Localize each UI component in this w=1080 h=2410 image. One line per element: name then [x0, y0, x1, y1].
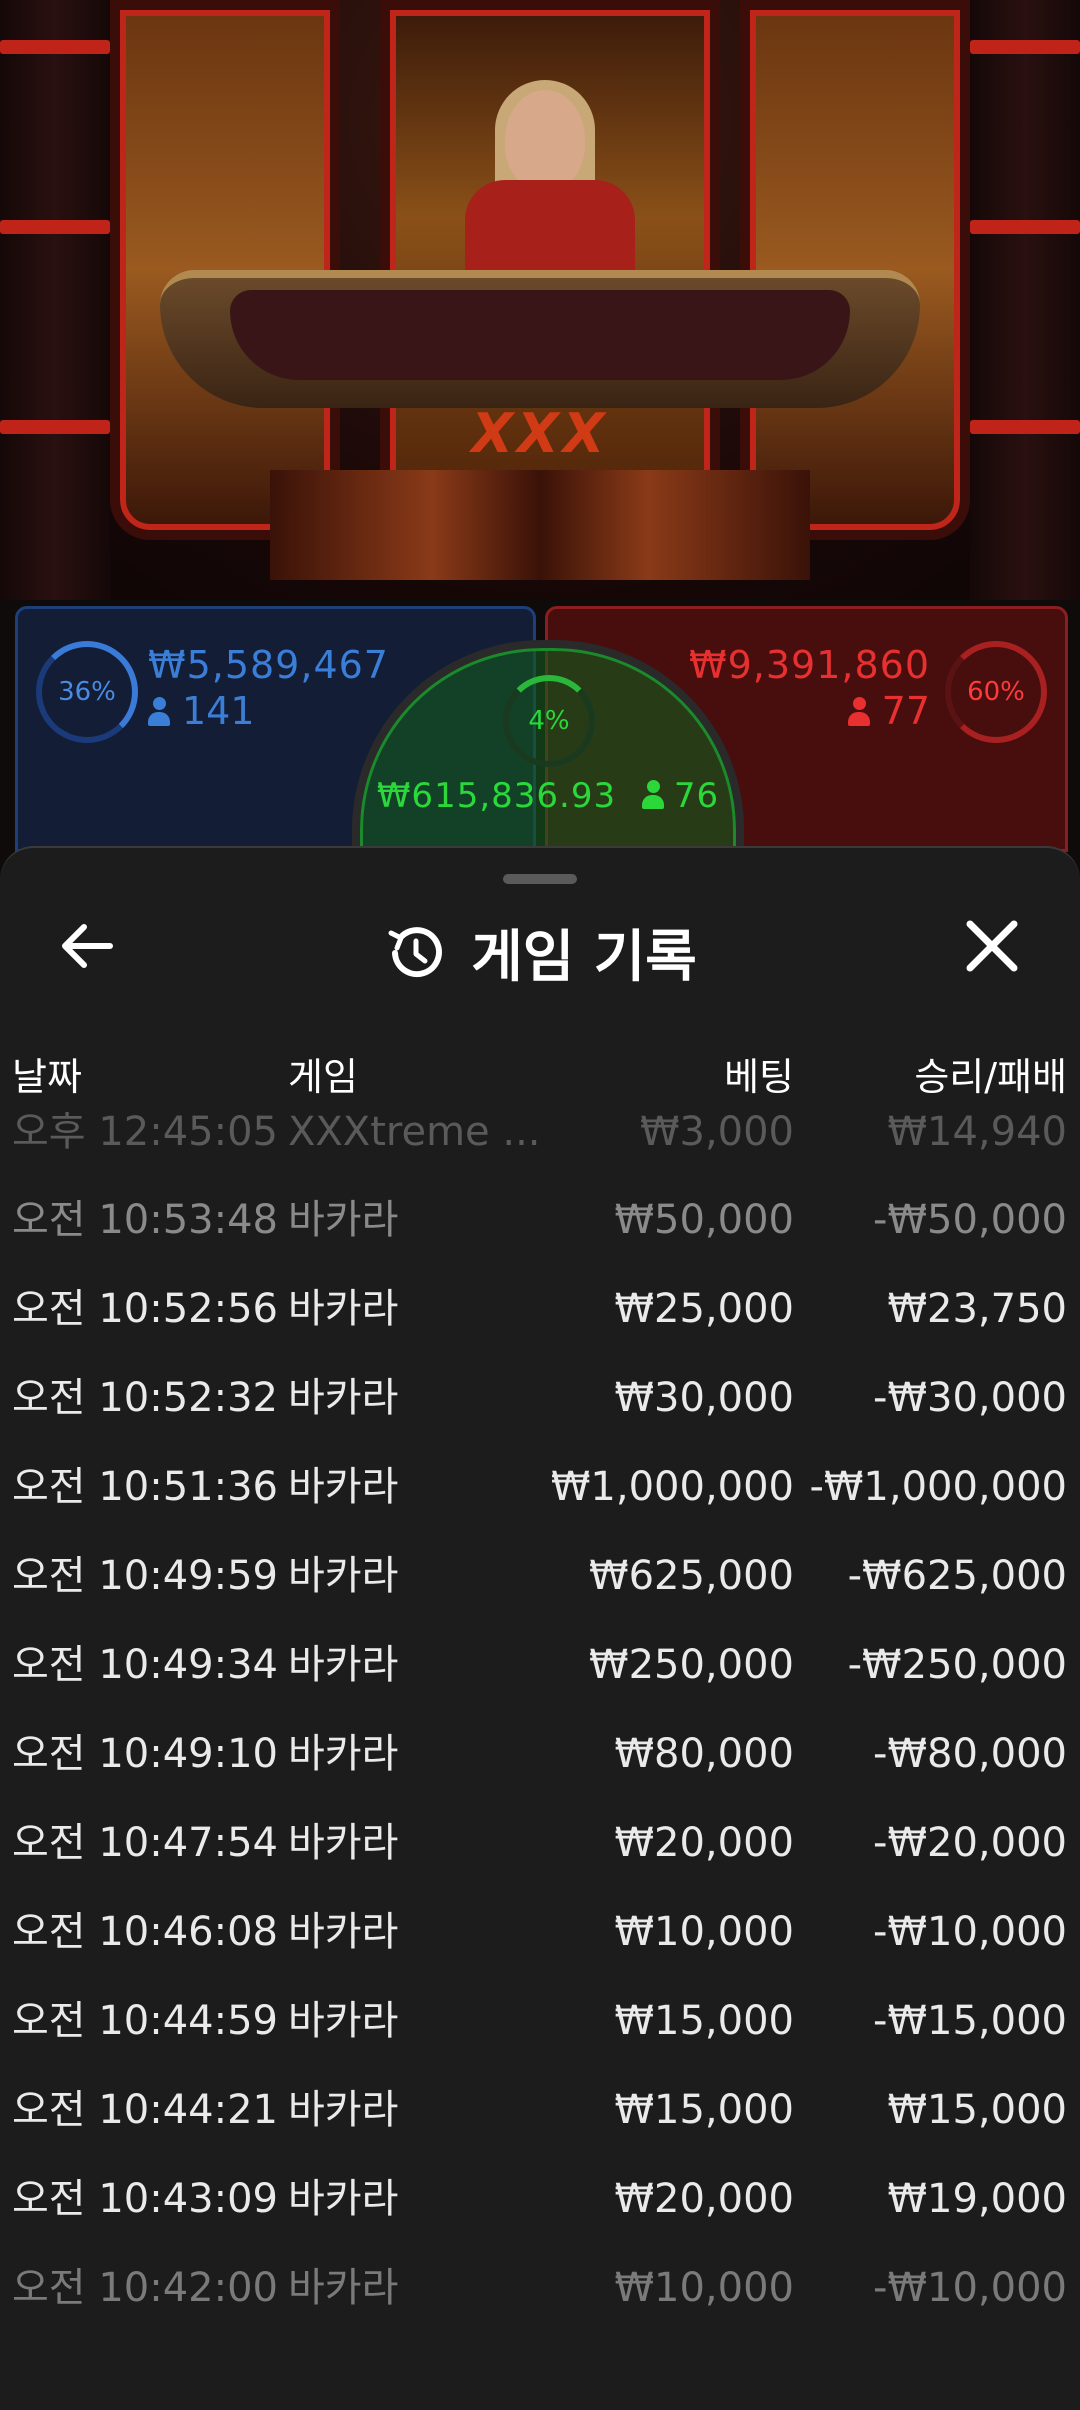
column-game: 게임 — [288, 1055, 358, 1099]
history-table-header: 날짜 게임 베팅 승리/패배 — [0, 1028, 1080, 1108]
close-icon — [966, 920, 1018, 972]
person-icon — [641, 780, 664, 810]
live-video-stream: XXX — [0, 0, 1080, 600]
table-base — [270, 470, 810, 580]
table-row[interactable]: 오전 10:49:59 바카라 ₩625,000 -₩625,000 — [0, 1532, 1080, 1621]
table-row[interactable]: 오후 12:45:05 XXXtreme ... ₩3,000 ₩14,940 — [0, 1112, 1080, 1176]
close-button[interactable] — [954, 908, 1030, 984]
tie-percent-ring: 4% — [503, 675, 595, 767]
table-row[interactable]: 오전 10:51:36 바카라 ₩1,000,000 -₩1,000,000 — [0, 1443, 1080, 1532]
person-icon — [148, 697, 170, 727]
table-row[interactable]: 오전 10:47:54 바카라 ₩20,000 -₩20,000 — [0, 1799, 1080, 1888]
table-row[interactable]: 오전 10:49:10 바카라 ₩80,000 -₩80,000 — [0, 1710, 1080, 1799]
table-row[interactable]: 오전 10:49:34 바카라 ₩250,000 -₩250,000 — [0, 1621, 1080, 1710]
table-row[interactable]: 오전 10:43:09 바카라 ₩20,000 ₩19,000 — [0, 2155, 1080, 2244]
table-row[interactable]: 오전 10:42:00 바카라 ₩10,000 -₩10,000 — [0, 2244, 1080, 2333]
banker-percent: 60% — [967, 677, 1025, 707]
banker-percent-ring: 60% — [945, 641, 1047, 743]
table-row[interactable]: 오전 10:44:21 바카라 ₩15,000 ₩15,000 — [0, 2066, 1080, 2155]
decor-pillar-left — [0, 0, 110, 600]
banker-count: 77 — [847, 689, 930, 733]
game-history-sheet: 게임 기록 날짜 게임 베팅 승리/패배 오후 12:45:05 XXXtreme… — [0, 846, 1080, 2410]
table-row[interactable]: 오전 10:52:56 바카라 ₩25,000 ₩23,750 — [0, 1265, 1080, 1354]
sheet-drag-handle[interactable] — [503, 874, 577, 884]
column-date: 날짜 — [12, 1055, 82, 1099]
tie-info: ₩615,836.93 76 — [360, 776, 736, 816]
person-icon — [847, 697, 870, 727]
player-count-value: 141 — [182, 689, 255, 733]
tie-count-value: 76 — [673, 776, 720, 816]
player-percent: 36% — [58, 677, 116, 707]
banker-count-value: 77 — [881, 689, 930, 733]
decor-pillar-right — [970, 0, 1080, 600]
player-count: 141 — [148, 689, 255, 733]
table-row[interactable]: 오전 10:46:08 바카라 ₩10,000 -₩10,000 — [0, 1888, 1080, 1977]
column-result: 승리/패배 — [914, 1055, 1067, 1099]
table-row[interactable]: 오전 10:44:59 바카라 ₩15,000 -₩15,000 — [0, 1977, 1080, 2066]
tie-percent: 4% — [528, 706, 570, 736]
sheet-title: 게임 기록 — [471, 925, 697, 990]
player-percent-ring: 36% — [36, 641, 138, 743]
table-logo: XXX — [471, 402, 609, 465]
banker-total-amount: ₩9,391,860 — [689, 643, 930, 687]
column-bet: 베팅 — [724, 1055, 794, 1099]
player-total-amount: ₩5,589,467 — [148, 643, 389, 687]
sheet-header: 게임 기록 — [0, 912, 1080, 993]
table-felt — [230, 290, 850, 380]
table-row[interactable]: 오전 10:53:48 바카라 ₩50,000 -₩50,000 — [0, 1176, 1080, 1265]
history-table-body[interactable]: 오후 12:45:05 XXXtreme ... ₩3,000 ₩14,940 오전 … — [0, 1112, 1080, 2333]
tie-total-amount: ₩615,836.93 — [376, 776, 617, 816]
history-clock-icon — [388, 926, 443, 977]
dealer-face — [505, 90, 585, 190]
table-row[interactable]: 오전 10:52:32 바카라 ₩30,000 -₩30,000 — [0, 1354, 1080, 1443]
